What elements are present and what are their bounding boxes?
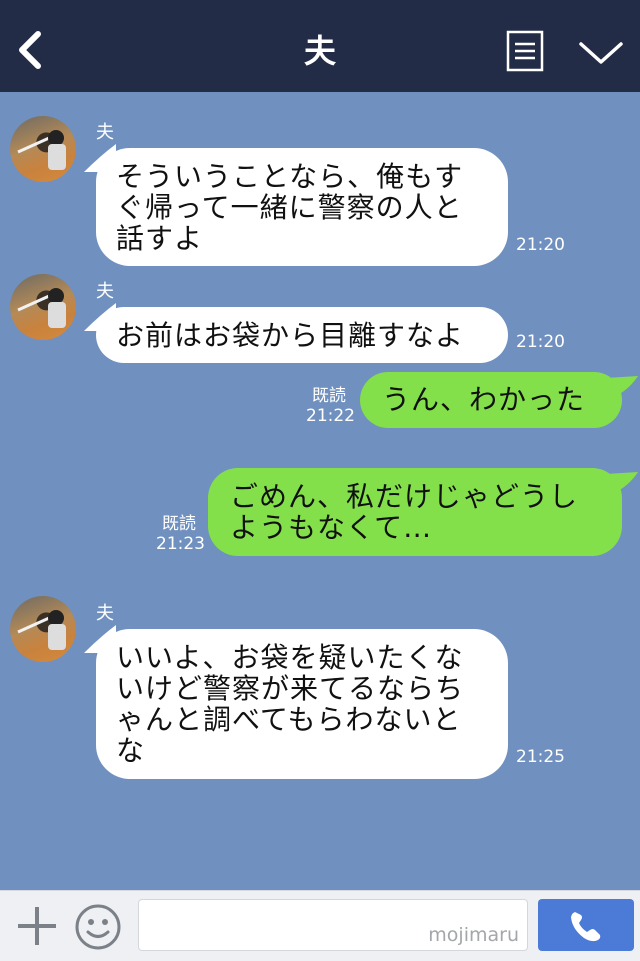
- message-bubble[interactable]: ごめん、私だけじゃどうし ようもなくて…: [208, 468, 622, 556]
- sender-name: 夫: [96, 281, 114, 302]
- read-receipt: 既読 21:23: [156, 514, 205, 554]
- read-receipt: 既読 21:22: [306, 386, 355, 426]
- message-bubble[interactable]: そういうことなら、俺もす ぐ帰って一緒に警察の人と 話すよ: [96, 148, 508, 266]
- read-label: 既読: [312, 386, 346, 406]
- message-bubble[interactable]: お前はお袋から目離すなよ: [96, 307, 508, 363]
- chevron-down-icon[interactable]: [578, 40, 624, 66]
- bubble-tail: [606, 472, 638, 496]
- phone-icon: [571, 912, 601, 942]
- message-time: 21:20: [516, 235, 565, 255]
- watermark: mojimaru: [428, 924, 519, 946]
- chat-title: 夫: [303, 32, 336, 70]
- message-time: 21:25: [516, 747, 565, 767]
- smile-icon[interactable]: [74, 903, 122, 951]
- message-input[interactable]: mojimaru: [138, 899, 528, 951]
- message-bubble[interactable]: いいよ、お袋を疑いたくな いけど警察が来てるならち ゃんと調べてもらわないと な: [96, 629, 508, 779]
- sender-name: 夫: [96, 603, 114, 624]
- message-bubble[interactable]: うん、わかった: [360, 372, 622, 428]
- sender-name: 夫: [96, 122, 114, 143]
- plus-icon[interactable]: [16, 905, 58, 947]
- avatar[interactable]: [10, 274, 76, 340]
- read-label: 既読: [162, 514, 196, 534]
- avatar[interactable]: [10, 116, 76, 182]
- input-bar: mojimaru: [0, 890, 640, 961]
- avatar[interactable]: [10, 596, 76, 662]
- notes-icon[interactable]: [506, 30, 544, 72]
- batter-photo-icon: [17, 610, 66, 650]
- batter-photo-icon: [17, 288, 66, 328]
- bubble-tail: [606, 376, 638, 400]
- call-button[interactable]: [538, 899, 634, 951]
- message-time: 21:23: [156, 534, 205, 554]
- message-time: 21:20: [516, 332, 565, 352]
- batter-photo-icon: [17, 130, 66, 170]
- chat-area[interactable]: 夫 そういうことなら、俺もす ぐ帰って一緒に警察の人と 話すよ 21:20 夫 …: [0, 92, 640, 890]
- message-time: 21:22: [306, 406, 355, 426]
- chat-header: 夫: [0, 0, 640, 92]
